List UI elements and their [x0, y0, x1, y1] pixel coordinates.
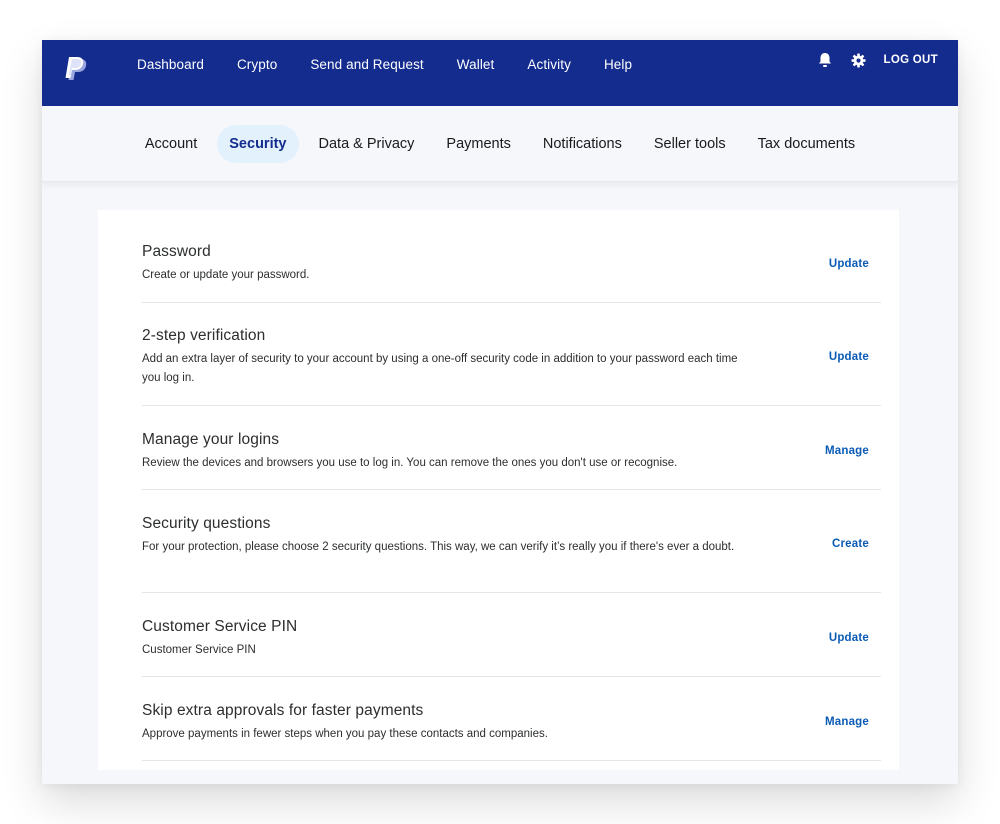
security-settings-card: Password Create or update your password.…	[98, 210, 899, 770]
row-title: Customer Service PIN	[142, 618, 298, 635]
manage-logins-link[interactable]: Manage	[825, 445, 869, 457]
row-title: Security questions	[142, 515, 271, 532]
row-description: For your protection, please choose 2 sec…	[142, 541, 735, 553]
nav-send-and-request[interactable]: Send and Request	[310, 57, 423, 73]
tab-data-privacy[interactable]: Data & Privacy	[307, 125, 427, 163]
tab-tax-documents[interactable]: Tax documents	[746, 125, 868, 163]
tab-notifications[interactable]: Notifications	[531, 125, 634, 163]
tab-seller-tools[interactable]: Seller tools	[642, 125, 738, 163]
bell-icon[interactable]	[816, 51, 834, 69]
tab-account[interactable]: Account	[133, 125, 209, 163]
nav-wallet[interactable]: Wallet	[457, 57, 495, 73]
main-nav: Dashboard Crypto Send and Request Wallet…	[137, 57, 665, 73]
nav-crypto[interactable]: Crypto	[237, 57, 277, 73]
row-description: Review the devices and browsers you use …	[142, 457, 678, 469]
row-title: Manage your logins	[142, 431, 280, 448]
settings-row-password: Password Create or update your password.…	[142, 210, 881, 303]
settings-row-skip-extra-approvals: Skip extra approvals for faster payments…	[142, 677, 881, 761]
security-settings-list: Password Create or update your password.…	[142, 210, 881, 761]
row-title: Skip extra approvals for faster payments	[142, 702, 424, 719]
row-description: Customer Service PIN	[142, 644, 256, 656]
create-security-questions-link[interactable]: Create	[832, 538, 869, 550]
nav-help[interactable]: Help	[604, 57, 632, 73]
nav-activity[interactable]: Activity	[527, 57, 571, 73]
settings-row-manage-logins: Manage your logins Review the devices an…	[142, 406, 881, 490]
settings-tabs: Account Security Data & Privacy Payments…	[42, 106, 958, 182]
update-customer-service-pin-link[interactable]: Update	[829, 632, 869, 644]
settings-row-2-step-verification: 2-step verification Add an extra layer o…	[142, 303, 881, 406]
gear-icon[interactable]	[850, 51, 868, 69]
tab-payments[interactable]: Payments	[434, 125, 522, 163]
row-description: Add an extra layer of security to your a…	[142, 353, 738, 384]
settings-row-security-questions: Security questions For your protection, …	[142, 490, 881, 593]
tab-security[interactable]: Security	[217, 124, 299, 163]
paypal-logo-icon[interactable]	[64, 57, 88, 83]
logout-button[interactable]: LOG OUT	[884, 54, 939, 66]
row-title: Password	[142, 243, 211, 260]
update-password-link[interactable]: Update	[829, 258, 869, 270]
header-actions: LOG OUT	[816, 51, 939, 69]
nav-dashboard[interactable]: Dashboard	[137, 57, 204, 73]
update-2-step-verification-link[interactable]: Update	[829, 351, 869, 363]
row-title: 2-step verification	[142, 327, 266, 344]
row-description: Create or update your password.	[142, 269, 310, 281]
manage-skip-approvals-link[interactable]: Manage	[825, 716, 869, 728]
top-header: Dashboard Crypto Send and Request Wallet…	[42, 40, 958, 106]
browser-window: Dashboard Crypto Send and Request Wallet…	[42, 40, 958, 784]
row-description: Approve payments in fewer steps when you…	[142, 728, 548, 740]
settings-row-customer-service-pin: Customer Service PIN Customer Service PI…	[142, 593, 881, 677]
